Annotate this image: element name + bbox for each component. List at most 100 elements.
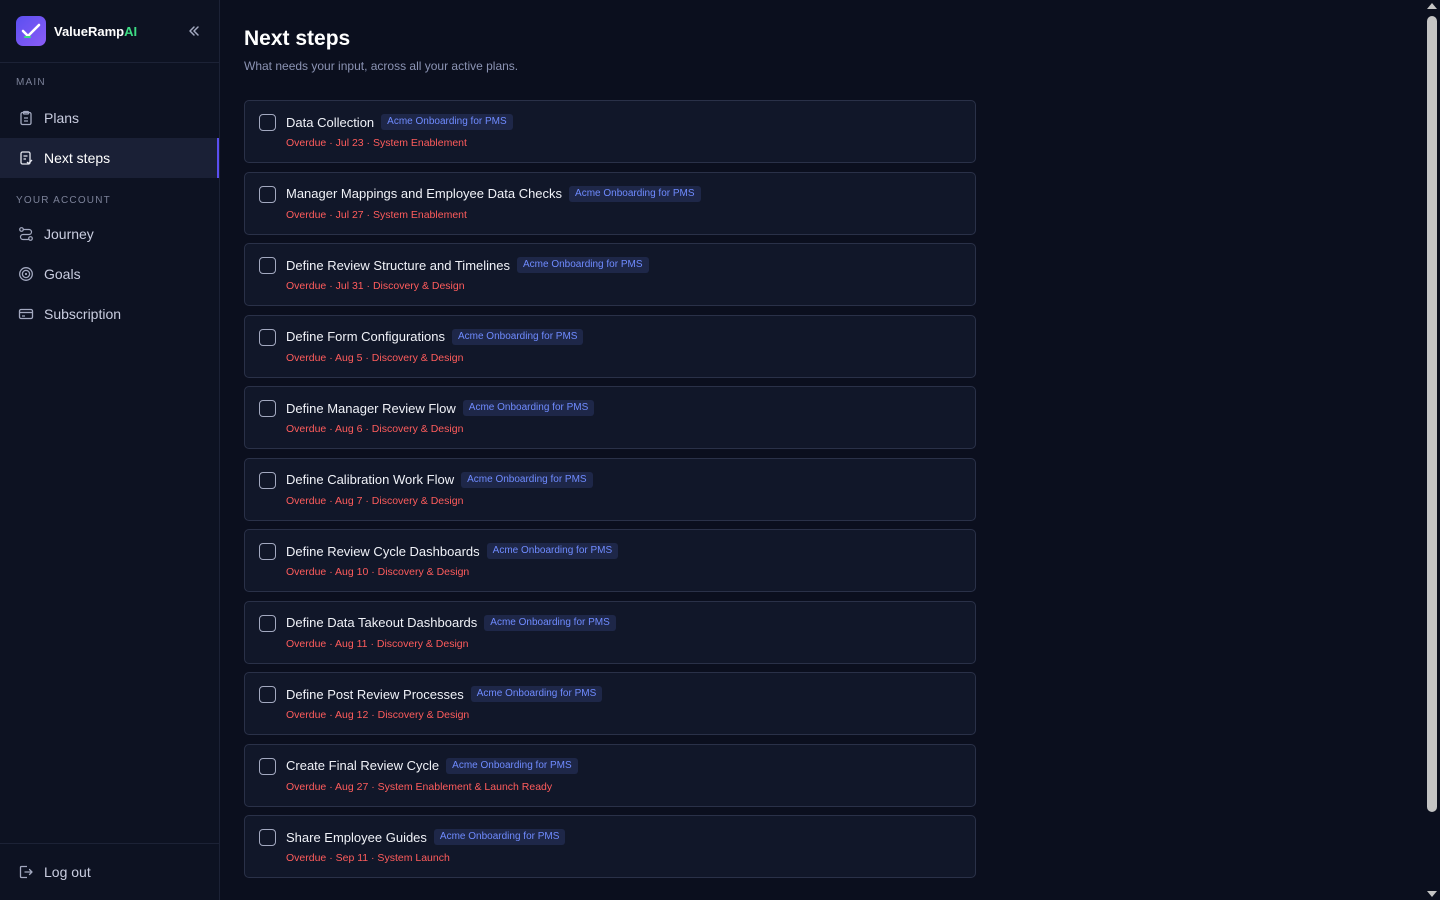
scrollbar-thumb[interactable] <box>1427 16 1437 812</box>
logout-button[interactable]: Log out <box>0 852 219 892</box>
plan-badge[interactable]: Acme Onboarding for PMS <box>451 328 584 345</box>
sidebar-item-plans[interactable]: Plans <box>0 98 219 138</box>
clipboard-icon <box>18 110 34 126</box>
sidebar: ValueRampAI MAIN Plans Next steps YOUR A… <box>0 0 220 900</box>
task-checkbox[interactable] <box>259 185 276 203</box>
route-icon <box>18 226 34 242</box>
task-due-meta: Overdue · Aug 10 · Discovery & Design <box>286 566 470 578</box>
task-title-row: Define Calibration Work Flow Acme Onboard… <box>286 471 593 488</box>
task-card[interactable]: Data Collection Acme Onboarding for PMS Ov… <box>244 100 976 163</box>
sidebar-item-journey[interactable]: Journey <box>0 214 219 254</box>
task-card[interactable]: Define Manager Review Flow Acme Onboardin… <box>244 386 976 449</box>
task-checkbox[interactable] <box>259 400 276 417</box>
chevrons-left-icon <box>189 26 199 36</box>
task-title: Define Manager Review Flow <box>286 400 456 416</box>
task-checkbox[interactable] <box>259 114 276 131</box>
sidebar-footer: Log out <box>0 843 219 900</box>
plan-badge[interactable]: Acme Onboarding for PMS <box>461 471 593 488</box>
task-title-row: Share Employee Guides Acme Onboarding for… <box>286 829 566 845</box>
task-title-row: Data Collection Acme Onboarding for PMS <box>286 114 513 130</box>
page-title: Next steps <box>244 27 351 50</box>
card-icon <box>18 306 34 322</box>
task-checkbox[interactable] <box>259 829 276 846</box>
task-title: Data Collection <box>286 114 375 130</box>
collapse-sidebar-button[interactable] <box>185 22 203 40</box>
logo-icon <box>16 16 46 46</box>
task-title: Define Post Review Processes <box>286 686 464 702</box>
plan-badge[interactable]: Acme Onboarding for PMS <box>569 185 701 202</box>
task-title-row: Define Manager Review Flow Acme Onboardin… <box>286 400 595 416</box>
sidebar-item-label: Plans <box>44 110 80 126</box>
plan-badge[interactable]: Acme Onboarding for PMS <box>486 543 619 559</box>
task-due-meta: Overdue · Aug 11 · Discovery & Design <box>286 637 469 650</box>
task-due-meta: Overdue · Aug 12 · Discovery & Design <box>286 709 470 721</box>
task-title-row: Manager Mappings and Employee Data Check… <box>286 185 701 202</box>
task-due-meta: Overdue · Aug 27 · System Enablement & L… <box>286 780 553 793</box>
task-checkbox[interactable] <box>259 328 276 346</box>
task-due-meta: Overdue · Jul 27 · System Enablement <box>286 208 467 221</box>
sidebar-item-label: Goals <box>44 266 81 282</box>
page-subtitle: What needs your input, across all your a… <box>244 59 519 73</box>
task-title-row: Define Review Cycle Dashboards Acme Onboa… <box>286 543 619 559</box>
task-title: Define Calibration Work Flow <box>286 472 455 487</box>
task-due-meta: Overdue · Sep 11 · System Launch <box>286 852 450 864</box>
plan-badge[interactable]: Acme Onboarding for PMS <box>517 257 649 273</box>
task-list: Data Collection Acme Onboarding for PMS Ov… <box>244 100 976 887</box>
task-checkbox[interactable] <box>259 614 276 632</box>
brand-header: ValueRampAI <box>0 0 219 63</box>
scroll-down-arrow-icon[interactable] <box>1427 891 1437 897</box>
plan-badge[interactable]: Acme Onboarding for PMS <box>446 757 578 774</box>
sidebar-item-next-steps[interactable]: Next steps <box>0 138 219 178</box>
task-due-meta: Overdue · Jul 31 · Discovery & Design <box>286 280 465 292</box>
task-title: Define Review Cycle Dashboards <box>286 543 480 559</box>
plan-badge[interactable]: Acme Onboarding for PMS <box>381 114 513 130</box>
task-card[interactable]: Manager Mappings and Employee Data Check… <box>244 171 976 235</box>
task-card[interactable]: Define Form Configurations Acme Onboardin… <box>244 314 976 378</box>
task-title: Share Employee Guides <box>286 829 427 845</box>
scrollbar[interactable] <box>1424 0 1440 900</box>
brand-name-suffix: AI <box>124 23 138 39</box>
task-card[interactable]: Define Calibration Work Flow Acme Onboard… <box>244 457 976 521</box>
task-checkbox[interactable] <box>259 257 276 274</box>
task-due-meta: Overdue · Aug 5 · Discovery & Design <box>286 351 464 364</box>
task-title: Create Final Review Cycle <box>286 758 440 773</box>
task-checkbox[interactable] <box>259 686 276 703</box>
plan-badge[interactable]: Acme Onboarding for PMS <box>462 400 595 416</box>
task-card[interactable]: Share Employee Guides Acme Onboarding for… <box>244 815 976 878</box>
sidebar-item-goals[interactable]: Goals <box>0 254 219 294</box>
task-card[interactable]: Define Review Cycle Dashboards Acme Onboa… <box>244 529 976 592</box>
brand-name-main: ValueRamp <box>54 23 125 39</box>
sidebar-item-label: Subscription <box>44 306 122 322</box>
task-due-meta: Overdue · Aug 7 · Discovery & Design <box>286 494 464 507</box>
task-title: Define Form Configurations <box>286 329 445 344</box>
task-checkbox[interactable] <box>259 757 276 775</box>
task-title: Define Data Takeout Dashboards <box>286 615 478 630</box>
task-title-row: Define Data Takeout Dashboards Acme Onboa… <box>286 614 616 631</box>
task-card[interactable]: Create Final Review Cycle Acme Onboarding… <box>244 743 976 807</box>
sidebar-item-subscription[interactable]: Subscription <box>0 294 219 334</box>
scroll-up-arrow-icon[interactable] <box>1427 3 1437 9</box>
sidebar-item-label: Next steps <box>44 150 111 166</box>
task-title-row: Define Review Structure and Timelines Acm… <box>286 257 649 273</box>
task-title: Define Review Structure and Timelines <box>286 257 510 273</box>
plan-badge[interactable]: Acme Onboarding for PMS <box>484 614 616 631</box>
task-checkbox[interactable] <box>259 543 276 560</box>
task-card[interactable]: Define Data Takeout Dashboards Acme Onboa… <box>244 600 976 664</box>
logout-label: Log out <box>44 864 91 880</box>
plan-badge[interactable]: Acme Onboarding for PMS <box>433 829 566 845</box>
task-title-row: Define Form Configurations Acme Onboardin… <box>286 328 584 345</box>
task-title-row: Define Post Review Processes Acme Onboard… <box>286 686 603 702</box>
section-label-your-account: YOUR ACCOUNT <box>16 195 111 206</box>
logout-icon <box>18 864 34 880</box>
task-card[interactable]: Define Post Review Processes Acme Onboard… <box>244 672 976 735</box>
task-card[interactable]: Define Review Structure and Timelines Acm… <box>244 243 976 306</box>
brand-name: ValueRampAI <box>54 24 137 39</box>
section-label-main: MAIN <box>16 77 46 88</box>
task-due-meta: Overdue · Jul 23 · System Enablement <box>286 137 467 149</box>
task-title: Manager Mappings and Employee Data Check… <box>286 186 563 201</box>
task-checkbox[interactable] <box>259 471 276 489</box>
sidebar-item-label: Journey <box>44 226 94 242</box>
plan-badge[interactable]: Acme Onboarding for PMS <box>470 686 603 702</box>
task-title-row: Create Final Review Cycle Acme Onboarding… <box>286 757 578 774</box>
checklist-icon <box>18 150 34 166</box>
